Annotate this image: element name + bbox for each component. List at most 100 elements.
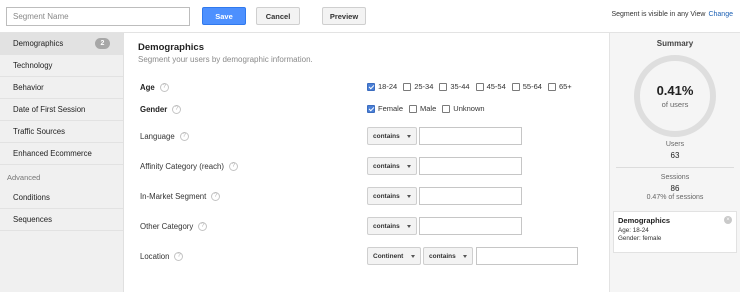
card-age-line: Age: 18-24 — [618, 226, 649, 234]
card-gender-line: Gender: female — [618, 235, 662, 242]
checkbox-label: Unknown — [453, 104, 485, 113]
age-checkbox-55-64[interactable]: 55-64 — [511, 82, 542, 91]
card-title: Demographics — [618, 216, 671, 225]
gender-checkbox-male[interactable]: Male — [409, 104, 436, 113]
other-category-label-text: Other Category — [140, 222, 194, 231]
help-icon[interactable]: ? — [228, 162, 238, 171]
help-icon[interactable]: ? — [211, 192, 221, 201]
location-value-input[interactable] — [476, 247, 578, 265]
gender-checkbox-female[interactable]: Female — [367, 104, 403, 113]
dropdown-value: Continent — [373, 252, 404, 260]
sidebar-item-label: Technology — [13, 61, 53, 70]
sidebar-item-technology[interactable]: Technology — [0, 55, 123, 77]
sidebar-item-sequences[interactable]: Sequences — [0, 209, 123, 231]
sidebar-item-date-of-first-session[interactable]: Date of First Session — [0, 99, 123, 121]
sidebar-item-label: Traffic Sources — [13, 127, 65, 136]
checkbox-label: 55-64 — [522, 82, 542, 91]
checkbox-label: 45-54 — [486, 82, 506, 91]
users-label: Users — [665, 141, 685, 148]
segment-name-input[interactable] — [6, 7, 190, 26]
checkbox-label: 35-44 — [450, 82, 470, 91]
dropdown-value: contains — [429, 252, 456, 260]
sidebar: Demographics 2 Technology Behavior Date … — [0, 33, 130, 292]
affinity-value-input[interactable] — [419, 157, 522, 175]
sidebar-item-label: Demographics — [13, 39, 64, 48]
sidebar-item-label: Sequences — [13, 215, 53, 224]
age-checkbox-65-plus[interactable]: 65+ — [547, 82, 572, 91]
users-value: 63 — [670, 151, 680, 160]
checkbox[interactable] — [547, 82, 556, 91]
checkbox-checked[interactable] — [367, 82, 375, 91]
users-percent-label: of users — [661, 100, 689, 109]
gender-options: Female Male Unknown — [367, 104, 491, 113]
gender-checkbox-unknown[interactable]: Unknown — [442, 104, 485, 113]
sessions-label: Sessions — [660, 174, 690, 181]
panel-subtitle: Segment your users by demographic inform… — [138, 55, 313, 64]
other-category-operator-dropdown[interactable]: contains — [367, 217, 417, 235]
other-category-value-input[interactable] — [419, 217, 522, 235]
checkbox[interactable] — [511, 82, 520, 91]
help-icon[interactable]: ? — [174, 252, 184, 261]
top-bar: Save Cancel Preview Segment is visible i… — [0, 0, 740, 33]
help-icon[interactable]: ? — [198, 222, 208, 231]
language-label-text: Language — [140, 132, 175, 141]
checkbox[interactable] — [403, 82, 412, 91]
demographics-panel: Demographics Segment your users by demog… — [124, 33, 610, 292]
summary-title: Summary — [656, 39, 694, 48]
checkbox[interactable] — [409, 104, 418, 113]
change-link[interactable]: Change — [708, 11, 733, 18]
sidebar-item-behavior[interactable]: Behavior — [0, 77, 123, 99]
age-checkbox-45-54[interactable]: 45-54 — [475, 82, 506, 91]
preview-button[interactable]: Preview — [322, 7, 366, 25]
save-button[interactable]: Save — [202, 7, 246, 25]
in-market-operator-dropdown[interactable]: contains — [367, 187, 417, 205]
language-operator-dropdown[interactable]: contains — [367, 127, 417, 145]
age-label: Age? — [140, 83, 169, 92]
sidebar-item-conditions[interactable]: Conditions — [0, 187, 123, 209]
affinity-operator-dropdown[interactable]: contains — [367, 157, 417, 175]
users-percent: 0.41% — [656, 83, 694, 98]
sidebar-item-traffic-sources[interactable]: Traffic Sources — [0, 121, 123, 143]
checkbox-label: 65+ — [558, 82, 572, 91]
checkbox-label: Female — [378, 104, 404, 113]
location-scope-dropdown[interactable]: Continent — [367, 247, 421, 265]
help-icon[interactable]: ? — [179, 132, 189, 141]
chevron-down-icon — [407, 135, 411, 138]
sidebar-item-label: Enhanced Ecommerce — [13, 149, 92, 158]
segment-condition-card: Demographics Age: 18-24 Gender: female × — [613, 211, 737, 253]
sidebar-item-enhanced-ecommerce[interactable]: Enhanced Ecommerce — [0, 143, 123, 165]
count-badge: 2 — [95, 38, 110, 49]
checkbox[interactable] — [475, 82, 484, 91]
dropdown-value: contains — [373, 162, 400, 170]
sessions-value: 86 — [670, 184, 680, 193]
chevron-down-icon — [463, 255, 467, 258]
close-icon[interactable]: × — [724, 216, 732, 224]
age-checkbox-18-24[interactable]: 18-24 — [367, 82, 397, 91]
affinity-label: Affinity Category (reach)? — [140, 162, 238, 171]
chevron-down-icon — [407, 165, 411, 168]
language-label: Language? — [140, 132, 189, 141]
in-market-value-input[interactable] — [419, 187, 522, 205]
chevron-down-icon — [407, 225, 411, 228]
help-icon[interactable]: ? — [172, 105, 182, 114]
sidebar-item-demographics[interactable]: Demographics 2 — [0, 33, 130, 55]
checkbox[interactable] — [442, 104, 451, 113]
dropdown-value: contains — [373, 222, 400, 230]
age-label-text: Age — [140, 83, 155, 92]
cancel-button[interactable]: Cancel — [256, 7, 300, 25]
age-checkbox-35-44[interactable]: 35-44 — [439, 82, 470, 91]
help-icon[interactable]: ? — [159, 83, 169, 92]
checkbox-checked[interactable] — [367, 104, 375, 113]
summary-panel: Summary 0.41% of users Users 63 Sessions… — [610, 33, 740, 292]
location-label-text: Location — [140, 252, 170, 261]
language-value-input[interactable] — [419, 127, 522, 145]
age-checkbox-25-34[interactable]: 25-34 — [403, 82, 433, 91]
sidebar-item-label: Date of First Session — [13, 105, 86, 114]
checkbox[interactable] — [439, 82, 448, 91]
chevron-down-icon — [407, 195, 411, 198]
dropdown-value: contains — [373, 132, 400, 140]
location-operator-dropdown[interactable]: contains — [423, 247, 473, 265]
sidebar-item-label: Conditions — [13, 193, 50, 202]
divider — [616, 167, 734, 168]
visibility-text: Segment is visible in any View — [611, 11, 706, 18]
